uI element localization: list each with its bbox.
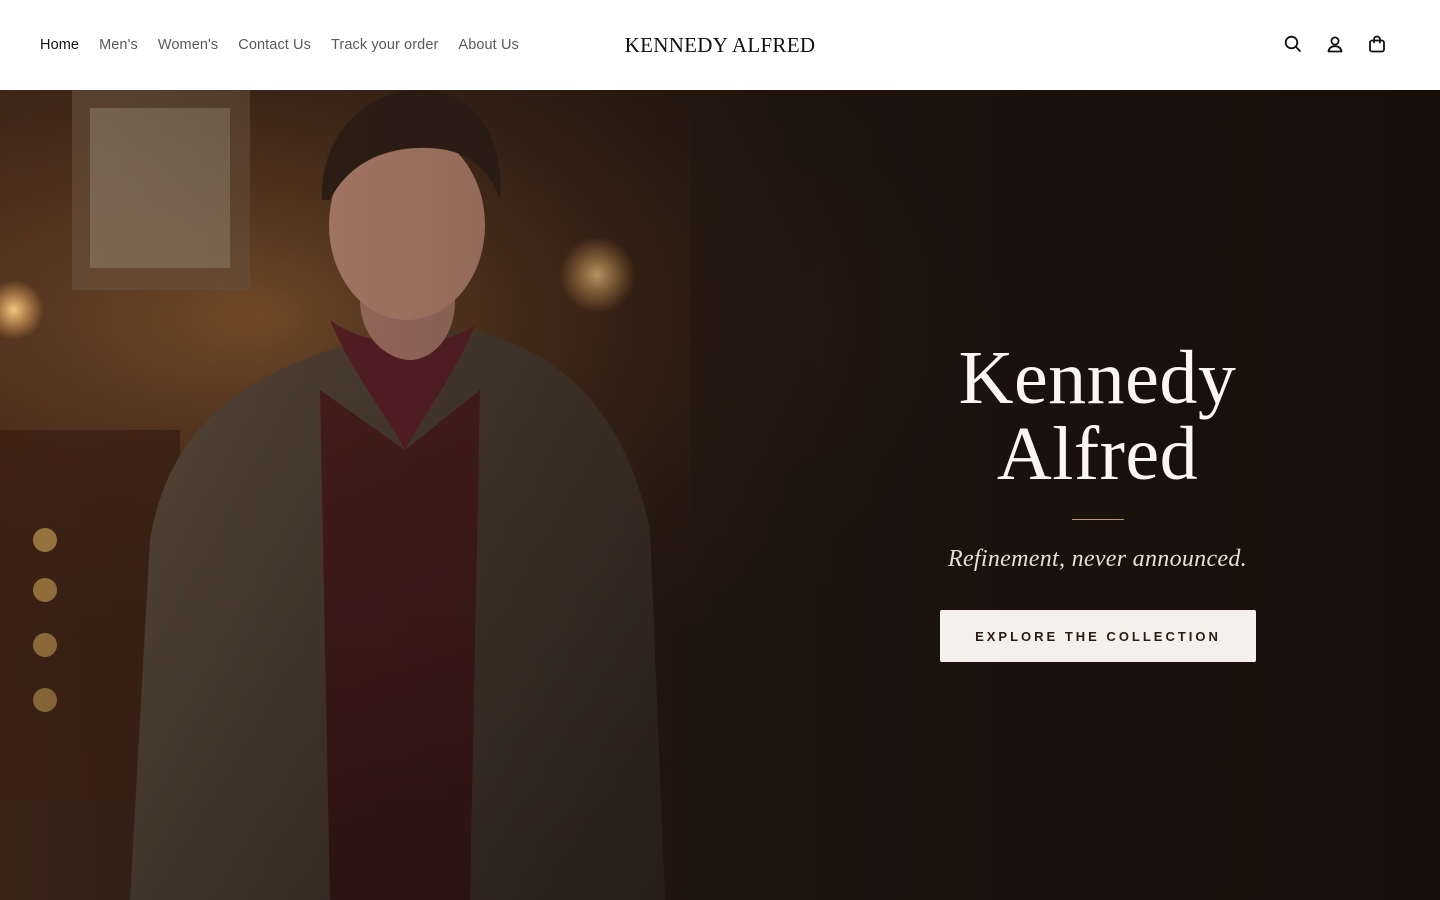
hero-title-line2: Alfred	[996, 412, 1199, 496]
hero-title-line1: Kennedy	[958, 336, 1237, 420]
cart-icon[interactable]	[1366, 33, 1388, 55]
nav-womens[interactable]: Women's	[158, 37, 218, 53]
site-header: Home Men's Women's Contact Us Track your…	[0, 0, 1440, 90]
header-actions	[1282, 33, 1388, 55]
nav-about-us[interactable]: About Us	[458, 37, 518, 53]
main-nav: Home Men's Women's Contact Us Track your…	[40, 0, 539, 90]
hero-divider	[1071, 519, 1124, 520]
search-icon[interactable]	[1282, 33, 1304, 55]
explore-collection-button[interactable]: EXPLORE THE COLLECTION	[940, 610, 1256, 662]
site-logo[interactable]: KENNEDY ALFRED	[625, 33, 816, 57]
hero-tagline: Refinement, never announced.	[948, 546, 1247, 572]
hero-content: Kennedy Alfred Refinement, never announc…	[940, 340, 1256, 662]
nav-mens[interactable]: Men's	[99, 37, 138, 53]
nav-contact-us[interactable]: Contact Us	[238, 37, 311, 53]
hero-section: Kennedy Alfred Refinement, never announc…	[0, 90, 1440, 900]
account-icon[interactable]	[1324, 33, 1346, 55]
nav-track-order[interactable]: Track your order	[331, 37, 438, 53]
nav-home[interactable]: Home	[40, 37, 79, 53]
hero-title: Kennedy Alfred	[940, 340, 1255, 492]
